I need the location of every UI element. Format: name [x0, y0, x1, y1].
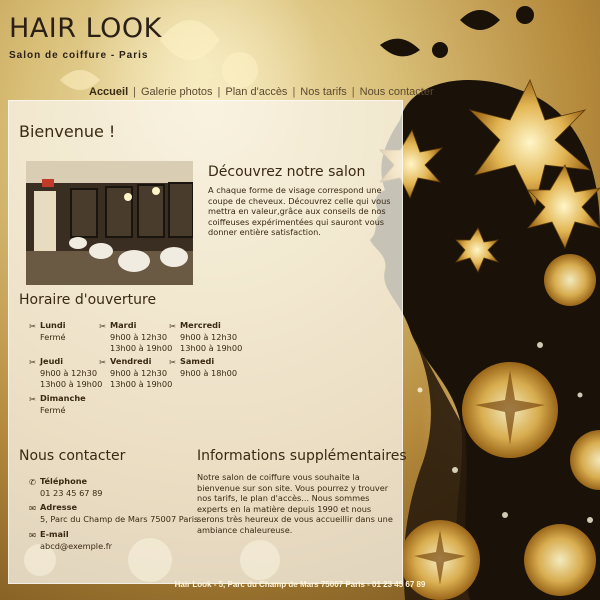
info-heading: Informations supplémentaires [197, 448, 407, 464]
logo[interactable]: HAIR LOOK Salon de coiffure - Paris [9, 13, 162, 62]
site-subtitle: Salon de coiffure - Paris [9, 50, 149, 61]
contact-heading: Nous contacter [19, 448, 126, 464]
nav-item-contact[interactable]: Nous contacter [355, 86, 439, 98]
discover-text: A chaque forme de visage correspond une … [208, 185, 391, 238]
hours-samedi: ✂ Samedi 9h00 à 18h00 [169, 356, 238, 378]
hours-mardi: ✂ Mardi 9h00 à 12h30 13h00 à 19h00 [99, 320, 173, 353]
hours-vendredi: ✂ Vendredi 9h00 à 12h30 13h00 à 19h00 [99, 356, 173, 389]
nav-item-accueil[interactable]: Accueil [84, 86, 133, 98]
contact-phone: ✆ Téléphone 01 23 45 67 89 [29, 476, 103, 498]
scissors-icon: ✂ [169, 357, 176, 367]
nav-item-plan[interactable]: Plan d'accès [220, 86, 292, 98]
scissors-icon: ✂ [99, 357, 106, 367]
main-nav: Accueil | Galerie photos | Plan d'accès | Nos … [84, 86, 439, 98]
site-title: HAIR LOOK [9, 13, 162, 44]
hours-mercredi: ✂ Mercredi 9h00 à 12h30 13h00 à 19h00 [169, 320, 243, 353]
contact-address: ✉ Adresse 5, Parc du Champ de Mars 75007 … [29, 502, 199, 524]
email-icon: ✉ [29, 530, 36, 540]
hours-jeudi: ✂ Jeudi 9h00 à 12h30 13h00 à 19h00 [29, 356, 103, 389]
hours-lundi: ✂ Lundi Fermé [29, 320, 66, 342]
contact-email: ✉ E-mail abcd@exemple.fr [29, 529, 112, 553]
scissors-icon: ✂ [99, 321, 106, 331]
hours-heading: Horaire d'ouverture [19, 292, 157, 308]
phone-icon: ✆ [29, 477, 36, 487]
info-text: Notre salon de coiffure vous souhaite la… [197, 472, 393, 535]
welcome-heading: Bienvenue ! [19, 122, 116, 141]
hours-dimanche: ✂ Dimanche Fermé [29, 393, 86, 415]
nav-item-tarifs[interactable]: Nos tarifs [295, 86, 351, 98]
salon-photo [26, 161, 193, 285]
email-link[interactable]: abcd@exemple.fr [30, 541, 112, 553]
address-icon: ✉ [29, 503, 36, 513]
nav-item-galerie[interactable]: Galerie photos [136, 86, 218, 98]
scissors-icon: ✂ [29, 321, 36, 331]
scissors-icon: ✂ [29, 394, 36, 404]
scissors-icon: ✂ [169, 321, 176, 331]
discover-heading: Découvrez notre salon [208, 164, 366, 180]
scissors-icon: ✂ [29, 357, 36, 367]
footer: Hair Look - 5, Parc du Champ de Mars 750… [174, 580, 426, 589]
